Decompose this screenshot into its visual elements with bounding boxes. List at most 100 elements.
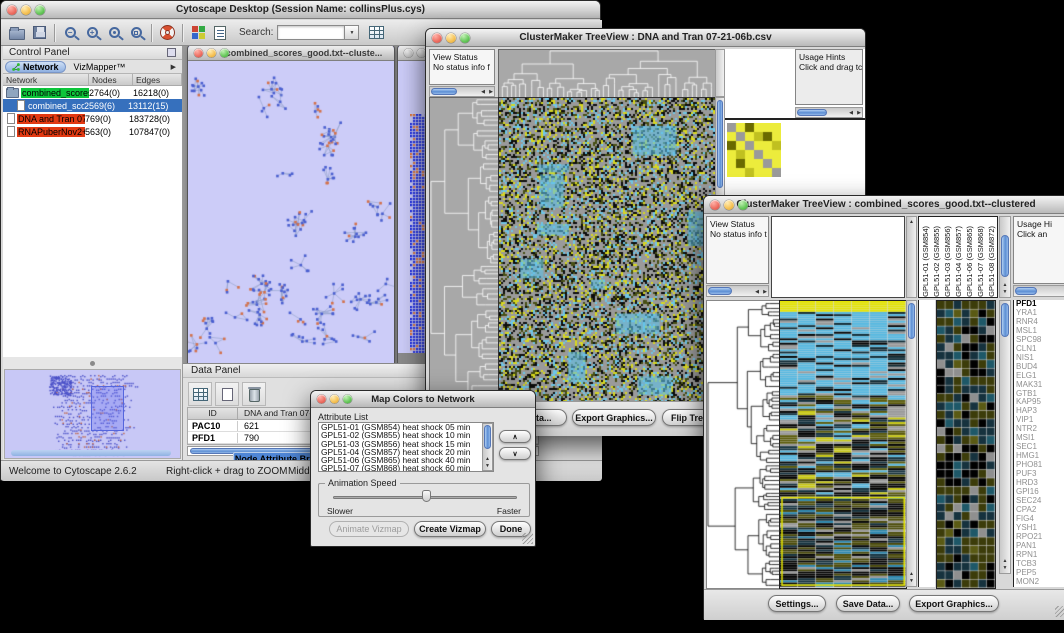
close-button[interactable] bbox=[710, 200, 720, 210]
scroll-right-icon[interactable]: ▶ bbox=[763, 287, 767, 297]
scroll-up-icon[interactable]: ▲ bbox=[907, 219, 916, 225]
tab-vizmapper[interactable]: VizMapper™ bbox=[68, 61, 132, 73]
zoom-window-button[interactable] bbox=[343, 395, 352, 404]
close-button[interactable] bbox=[194, 48, 203, 57]
birdseye-view[interactable] bbox=[4, 369, 181, 459]
column-label[interactable]: GPL51-01 (GSM854) bbox=[920, 226, 931, 297]
scroll-left-icon[interactable]: ◀ bbox=[481, 87, 485, 97]
treeview-button[interactable]: Export Graphics... bbox=[909, 595, 999, 612]
column-label[interactable]: GPL51-07 (GSM868) bbox=[975, 226, 986, 297]
delete-attribute-button[interactable] bbox=[242, 382, 266, 406]
scroll-right-icon[interactable]: ▶ bbox=[857, 108, 861, 118]
column-label[interactable]: GPL51-02 (GSM855) bbox=[931, 226, 942, 297]
heatmap-vscroll-thumb[interactable] bbox=[908, 303, 915, 339]
zoom-fit-button[interactable] bbox=[125, 22, 147, 44]
dialog-button[interactable]: Create Vizmap bbox=[414, 521, 486, 537]
minimize-button[interactable] bbox=[330, 395, 339, 404]
labels-vscroll[interactable]: ▲ ▼ bbox=[999, 216, 1011, 298]
attribute-browser-button[interactable] bbox=[365, 22, 387, 44]
scroll-up-icon[interactable]: ▲ bbox=[483, 456, 492, 462]
gene-label[interactable]: MON2 bbox=[1016, 578, 1064, 587]
status-hscroll-thumb[interactable] bbox=[431, 88, 457, 95]
heatmap-vscroll[interactable]: ▲ ▼ bbox=[906, 300, 917, 587]
network-table-row[interactable]: DNA and Tran 07 769(0) 183728(0) bbox=[3, 112, 182, 125]
open-session-button[interactable] bbox=[6, 22, 28, 44]
save-session-button[interactable] bbox=[28, 22, 50, 44]
correlation-matrix-canvas[interactable] bbox=[727, 123, 781, 177]
row-dendrogram-canvas[interactable] bbox=[429, 97, 500, 403]
tabs-more-button[interactable]: ▶ bbox=[171, 63, 180, 71]
scroll-up-icon[interactable]: ▲ bbox=[1000, 558, 1010, 564]
network-canvas[interactable] bbox=[188, 61, 394, 363]
main-titlebar[interactable]: Cytoscape Desktop (Session Name: collins… bbox=[1, 1, 600, 19]
dialog-titlebar[interactable]: Map Colors to Network bbox=[311, 391, 535, 408]
heatmap-canvas[interactable] bbox=[498, 97, 716, 403]
column-label[interactable]: GPL51-03 (GSM856) bbox=[942, 226, 953, 297]
scroll-down-icon[interactable]: ▼ bbox=[1000, 565, 1010, 571]
column-nodes[interactable]: Nodes bbox=[89, 74, 133, 85]
status-hscroll[interactable]: ◀ ▶ bbox=[706, 285, 769, 297]
zoom-heatmap-canvas[interactable] bbox=[936, 300, 996, 589]
status-hscroll[interactable]: ◀ ▶ bbox=[429, 86, 495, 97]
scroll-left-icon[interactable]: ◀ bbox=[849, 108, 853, 118]
dialog-button[interactable]: Animate Vizmap bbox=[329, 521, 409, 537]
network-view-titlebar[interactable]: combined_scores_good.txt--cluste... bbox=[188, 46, 394, 61]
resize-grip-icon[interactable] bbox=[522, 533, 533, 544]
hints-hscroll-thumb[interactable] bbox=[1015, 287, 1037, 295]
tab-network[interactable]: Network bbox=[5, 61, 66, 73]
column-dendrogram-area[interactable] bbox=[771, 216, 905, 298]
move-up-button[interactable]: ∧ bbox=[499, 430, 531, 443]
column-label[interactable]: GPL51-06 (GSM865) bbox=[964, 226, 975, 297]
heatmap-vscroll-thumb[interactable] bbox=[717, 100, 723, 188]
scroll-down-icon[interactable]: ▼ bbox=[483, 463, 492, 469]
treeview1-titlebar[interactable]: ClusterMaker TreeView : DNA and Tran 07-… bbox=[426, 29, 865, 47]
float-panel-icon[interactable] bbox=[167, 48, 176, 57]
network-table-row[interactable]: combined_scores 2764(0) 16218(0) bbox=[3, 86, 182, 99]
zoom-window-button[interactable] bbox=[738, 200, 748, 210]
zoom-in-button[interactable]: + bbox=[81, 22, 103, 44]
search-dropdown-button[interactable]: ▼ bbox=[345, 25, 359, 40]
speed-slider-thumb[interactable] bbox=[422, 490, 431, 502]
minimize-button[interactable] bbox=[724, 200, 734, 210]
scroll-down-icon[interactable]: ▼ bbox=[907, 578, 916, 584]
attribute-list[interactable]: GPL51-01 (GSM854) heat shock 05 minGPL51… bbox=[318, 422, 494, 472]
minimize-button[interactable] bbox=[446, 33, 456, 43]
column-id[interactable]: ID bbox=[188, 408, 238, 419]
zoom-out-button[interactable]: − bbox=[59, 22, 81, 44]
row-dendrogram-canvas[interactable] bbox=[706, 300, 780, 589]
network-view-window[interactable]: combined_scores_good.txt--cluste... bbox=[187, 46, 395, 363]
scroll-right-icon[interactable]: ▶ bbox=[489, 87, 493, 97]
close-button[interactable] bbox=[404, 48, 413, 57]
zoom-window-button[interactable] bbox=[460, 33, 470, 43]
zoom-window-button[interactable] bbox=[35, 5, 45, 15]
attribute-item[interactable]: GPL51-07 (GSM868) heat shock 60 min bbox=[319, 464, 493, 472]
network-table-row[interactable]: combined_sco 2569(6) 13112(15) bbox=[3, 99, 182, 112]
new-attribute-button[interactable] bbox=[215, 382, 239, 406]
close-button[interactable] bbox=[432, 33, 442, 43]
zoom-window-button[interactable] bbox=[220, 48, 229, 57]
scroll-left-icon[interactable]: ◀ bbox=[755, 287, 759, 297]
gene-vscroll[interactable]: ▲ ▼ bbox=[999, 300, 1011, 574]
network-table-row[interactable]: RNAPuberNov2+| 563(0) 107847(0) bbox=[3, 125, 182, 138]
column-dendrogram-canvas[interactable] bbox=[498, 49, 716, 99]
treeview-button[interactable]: Save Data... bbox=[836, 595, 900, 612]
scroll-down-icon[interactable]: ▼ bbox=[1000, 289, 1010, 295]
birdseye-viewport-rect[interactable] bbox=[91, 386, 124, 431]
column-label[interactable]: GPL51-08 (GSM872) bbox=[986, 226, 997, 297]
move-down-button[interactable]: ∨ bbox=[499, 447, 531, 460]
column-network[interactable]: Network bbox=[3, 74, 89, 85]
select-attributes-button[interactable] bbox=[188, 382, 212, 406]
labels-vscroll-thumb[interactable] bbox=[1001, 235, 1009, 277]
panel-divider[interactable] bbox=[3, 357, 182, 369]
hints-hscroll[interactable]: ◀ ▶ bbox=[795, 107, 863, 118]
treeview2-titlebar[interactable]: ClusterMaker TreeView : combined_scores_… bbox=[704, 196, 1064, 214]
list-vscroll[interactable]: ▲ ▼ bbox=[482, 423, 493, 471]
heatmap-canvas[interactable] bbox=[779, 300, 907, 589]
minimize-button[interactable] bbox=[21, 5, 31, 15]
gene-vscroll-thumb[interactable] bbox=[1001, 303, 1009, 337]
hints-hscroll-thumb[interactable] bbox=[797, 109, 827, 116]
scroll-up-icon[interactable]: ▲ bbox=[1000, 282, 1010, 288]
zoom-selected-button[interactable] bbox=[103, 22, 125, 44]
list-vscroll-thumb[interactable] bbox=[484, 425, 491, 449]
search-input[interactable] bbox=[277, 25, 345, 40]
